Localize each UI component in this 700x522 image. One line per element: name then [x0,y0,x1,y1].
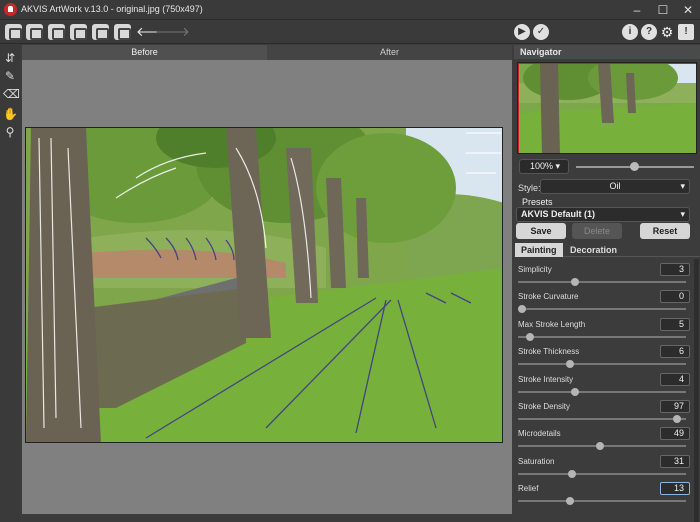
navigator-header: Navigator [514,45,700,59]
minimize-icon[interactable]: – [626,2,648,18]
tab-after[interactable]: After [267,45,512,60]
window-title: AKVIS ArtWork v.13.0 - original.jpg (750… [21,4,203,14]
param-input-relief[interactable]: 13 [660,482,690,495]
param-label-stroke-curvature: Stroke Curvature [518,292,579,301]
zoom-slider-thumb[interactable] [630,162,639,171]
param-slider-track-simplicity[interactable] [518,281,686,283]
open-icon[interactable] [5,24,22,40]
param-slider-track-max-stroke-length[interactable] [518,336,686,338]
param-label-stroke-intensity: Stroke Intensity [518,375,574,384]
redo-icon[interactable]: 🡒 [155,24,190,40]
delete-preset-button[interactable]: Delete [572,223,622,239]
tab-decoration[interactable]: Decoration [564,243,623,257]
settings-panel: Navigator 100% ▾ Style: Oil ▾ Presets AKV… [514,45,700,522]
chevron-down-icon: ▾ [555,161,561,171]
zoom-value: 100% [530,161,554,171]
print-icon[interactable] [48,24,65,40]
param-slider-thumb-max-stroke-length[interactable] [526,333,534,341]
view-tabs: Before After [22,45,512,60]
param-input-saturation[interactable]: 31 [660,455,690,468]
param-label-stroke-thickness: Stroke Thickness [518,347,580,356]
photo-landscape [26,128,502,442]
direction-tool-icon[interactable]: ⇵ [3,51,17,65]
param-slider-thumb-stroke-curvature[interactable] [518,305,526,313]
settings-tabs: Painting Decoration [514,243,700,257]
image-canvas[interactable] [22,60,512,514]
param-slider-thumb-saturation[interactable] [568,470,576,478]
param-slider-thumb-stroke-density[interactable] [673,415,681,423]
undo-icon[interactable]: 🡐 [136,24,171,40]
param-label-relief: Relief [518,484,539,493]
param-slider-thumb-simplicity[interactable] [571,278,579,286]
run-icon[interactable]: ▶ [514,24,530,40]
toolbar: 🡐 🡒 ▶ ✓ i ? ⚙ ! [0,20,700,44]
brush-icon[interactable] [92,24,109,40]
param-slider-thumb-stroke-intensity[interactable] [571,388,579,396]
param-input-stroke-curvature[interactable]: 0 [660,290,690,303]
param-label-stroke-density: Stroke Density [518,402,571,411]
stroke-brush-icon[interactable]: ✎ [3,69,17,83]
style-value: Oil [609,181,621,191]
app-logo-icon [4,3,17,16]
eraser-icon[interactable]: ⌫ [3,87,20,101]
tab-painting[interactable]: Painting [515,243,563,257]
style-select[interactable]: Oil ▾ [540,179,690,194]
alert-icon[interactable]: ! [678,24,694,40]
info-icon[interactable]: i [622,24,638,40]
param-input-microdetails[interactable]: 49 [660,427,690,440]
close-icon[interactable]: ✕ [677,2,699,18]
settings-scrollbar[interactable] [694,259,699,522]
tab-before[interactable]: Before [22,45,267,60]
param-input-stroke-thickness[interactable]: 6 [660,345,690,358]
param-input-stroke-density[interactable]: 97 [660,400,690,413]
tool-column: ⇵ ✎ ⌫ ✋ ⚲ [0,45,20,522]
param-slider-thumb-stroke-thickness[interactable] [566,360,574,368]
save-icon[interactable] [26,24,43,40]
param-slider-track-stroke-curvature[interactable] [518,308,686,310]
zoom-icon[interactable]: ⚲ [3,125,17,139]
reset-button[interactable]: Reset [640,223,690,239]
preset-select[interactable]: AKVIS Default (1) ▾ [516,207,690,222]
param-input-max-stroke-length[interactable]: 5 [660,318,690,331]
help-icon[interactable]: ? [641,24,657,40]
param-input-simplicity[interactable]: 3 [660,263,690,276]
param-slider-thumb-microdetails[interactable] [596,442,604,450]
maximize-icon[interactable]: ☐ [652,2,674,18]
param-slider-thumb-relief[interactable] [566,497,574,505]
param-slider-track-stroke-intensity[interactable] [518,391,686,393]
chevron-down-icon: ▾ [680,209,685,219]
zoom-select[interactable]: 100% ▾ [519,159,569,174]
navigator-thumbnail[interactable] [517,62,697,154]
chevron-down-icon: ▾ [680,181,685,191]
preset-value: AKVIS Default (1) [521,209,596,219]
param-input-stroke-intensity[interactable]: 4 [660,373,690,386]
save-preset-button[interactable]: Save [516,223,566,239]
param-slider-track-saturation[interactable] [518,473,686,475]
title-bar: AKVIS ArtWork v.13.0 - original.jpg (750… [0,0,700,20]
share-icon[interactable] [70,24,87,40]
param-slider-track-stroke-density[interactable] [518,418,686,420]
presets-label: Presets [522,197,553,207]
param-label-max-stroke-length: Max Stroke Length [518,320,586,329]
preferences-icon[interactable]: ⚙ [659,24,675,40]
navigator-preview [518,63,696,153]
hand-icon[interactable]: ✋ [3,107,18,121]
param-label-microdetails: Microdetails [518,429,561,438]
settings-icon[interactable] [114,24,131,40]
style-label: Style: [518,183,541,193]
param-label-simplicity: Simplicity [518,265,552,274]
param-slider-track-stroke-thickness[interactable] [518,363,686,365]
param-label-saturation: Saturation [518,457,555,466]
photo-image[interactable] [25,127,503,443]
param-slider-track-relief[interactable] [518,500,686,502]
apply-icon[interactable]: ✓ [533,24,549,40]
